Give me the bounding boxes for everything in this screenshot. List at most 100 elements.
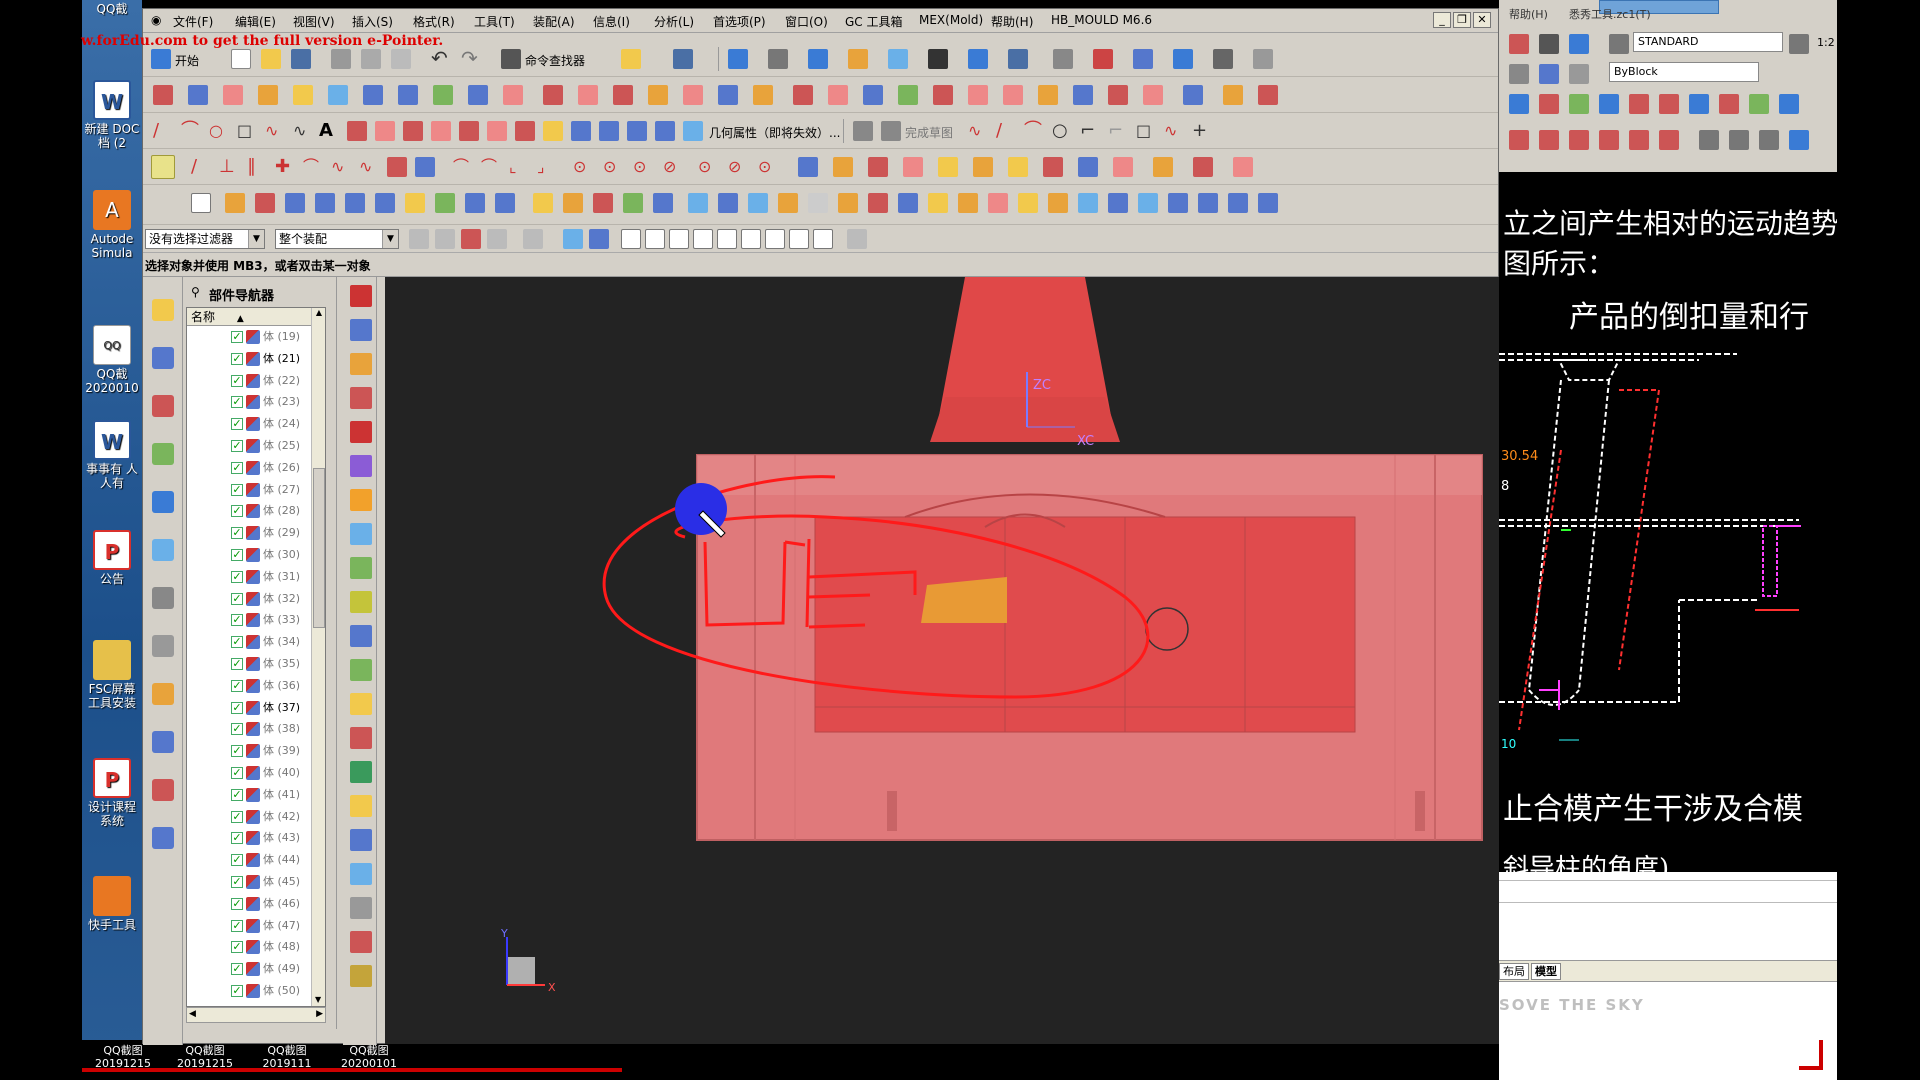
mold-insert-icon[interactable] (255, 193, 275, 213)
cad-text-style-icon[interactable] (1609, 34, 1629, 54)
vtool-icon[interactable] (350, 489, 372, 511)
snap-tangent-icon[interactable] (813, 229, 833, 249)
navigator-row[interactable]: ✓ 体 (40) (187, 762, 311, 784)
cad-tool-row4-icon[interactable] (1599, 130, 1619, 150)
filter-tool-icon[interactable] (409, 229, 429, 249)
circle-b-icon[interactable]: ⊙ (603, 157, 623, 177)
viewport-canvas[interactable]: ZC XC Y X (385, 277, 1499, 1044)
delete-face-icon[interactable] (1073, 85, 1093, 105)
patch-icon[interactable] (968, 85, 988, 105)
divide-curve-icon[interactable] (599, 121, 619, 141)
visibility-checkbox[interactable]: ✓ (231, 418, 243, 431)
lifter-icon[interactable] (593, 193, 613, 213)
menu-help[interactable]: 帮助(H) (991, 13, 1033, 30)
slider-icon[interactable] (563, 193, 583, 213)
visibility-checkbox[interactable]: ✓ (231, 352, 243, 365)
patch-surface-icon[interactable] (435, 193, 455, 213)
visibility-checkbox[interactable]: ✓ (231, 592, 243, 605)
hole-table-icon[interactable] (868, 193, 888, 213)
workpiece-icon[interactable] (345, 193, 365, 213)
extract-icon[interactable] (1143, 85, 1163, 105)
navigator-row[interactable]: ✓ 体 (49) (187, 958, 311, 980)
offset-curve-icon[interactable] (375, 121, 395, 141)
snap-perp-icon[interactable] (717, 229, 737, 249)
circle-a-icon[interactable]: ⊙ (573, 157, 593, 177)
visibility-checkbox[interactable]: ✓ (231, 963, 243, 976)
select-rect-icon[interactable] (523, 229, 543, 249)
desktop-icon-notice[interactable]: P 公告 (82, 530, 142, 586)
scale-body-icon[interactable] (718, 85, 738, 105)
minimize-button[interactable]: _ (1433, 12, 1451, 28)
cad-tool-row4-icon[interactable] (1629, 130, 1649, 150)
navigator-row[interactable]: ✓ 体 (30) (187, 544, 311, 566)
intersect-icon[interactable] (503, 85, 523, 105)
desktop-icon-course[interactable]: P 设计课程 系统 (82, 758, 142, 828)
tab-model[interactable]: 模型 (1531, 963, 1561, 980)
spline-icon[interactable]: ∿ (293, 121, 313, 141)
rectangle-icon[interactable]: □ (237, 121, 257, 141)
pin-icon[interactable]: ⚲ (191, 285, 200, 299)
sketch-circle-icon[interactable]: ○ (1052, 121, 1072, 141)
mold-tool-w-icon[interactable] (1198, 193, 1218, 213)
navigator-row[interactable]: ✓ 体 (33) (187, 609, 311, 631)
cad-tool-row4-icon[interactable] (1509, 130, 1529, 150)
sketch-constraint-icon[interactable] (151, 155, 175, 179)
extrude-icon[interactable] (223, 85, 243, 105)
subtract-icon[interactable] (468, 85, 488, 105)
scroll-up-icon[interactable]: ▲ (312, 308, 325, 317)
orient-view-icon[interactable] (888, 49, 908, 69)
mold-tool-n-icon[interactable] (928, 193, 948, 213)
point-constraint-icon[interactable] (387, 157, 407, 177)
mold-tool-j-icon[interactable] (1113, 157, 1133, 177)
mold-tool-e-icon[interactable] (938, 157, 958, 177)
vtool-icon[interactable] (350, 863, 372, 885)
shell-icon[interactable] (613, 85, 633, 105)
corner-two-icon[interactable]: ⌟ (537, 157, 557, 177)
restore-button[interactable]: ❐ (1453, 12, 1471, 28)
vtool-icon[interactable] (350, 693, 372, 715)
reuse-library-icon[interactable] (152, 443, 174, 465)
mold-tool-g-icon[interactable] (1008, 157, 1028, 177)
mold-tool-o-icon[interactable] (958, 193, 978, 213)
cad-tool-row3-icon[interactable] (1569, 94, 1589, 114)
render-style-icon[interactable] (768, 49, 788, 69)
pocket-mold-icon[interactable] (778, 193, 798, 213)
constraint-line-icon[interactable]: / (191, 157, 211, 177)
navigator-hscrollbar[interactable]: ◀ ▶ (186, 1007, 326, 1023)
tangent-icon[interactable]: ⌒ (303, 157, 323, 177)
undo-icon[interactable]: ↶ (431, 48, 451, 69)
visibility-checkbox[interactable]: ✓ (231, 505, 243, 518)
navigator-row[interactable]: ✓ 体 (29) (187, 522, 311, 544)
navigator-row[interactable]: ✓ 体 (38) (187, 718, 311, 740)
drawing-icon[interactable] (838, 193, 858, 213)
visibility-checkbox[interactable]: ✓ (231, 636, 243, 649)
menu-assembly[interactable]: 装配(A) (533, 13, 575, 30)
cad-tool-row4-icon[interactable] (1699, 130, 1719, 150)
paste-icon[interactable] (391, 49, 411, 69)
navigator-row[interactable]: ✓ 体 (31) (187, 566, 311, 588)
curve-through-icon[interactable]: ∿ (331, 157, 351, 177)
navigator-row[interactable]: ✓ 体 (50) (187, 980, 311, 1002)
visibility-checkbox[interactable]: ✓ (231, 766, 243, 779)
grid-constraint-icon[interactable] (415, 157, 435, 177)
visibility-checkbox[interactable]: ✓ (231, 461, 243, 474)
vtool-icon[interactable] (350, 897, 372, 919)
desktop-icon-kuaishou[interactable]: 快手工具 (82, 876, 142, 932)
start-icon[interactable] (151, 49, 171, 69)
navigator-row[interactable]: ✓ 体 (48) (187, 936, 311, 958)
cad-tool-row3-icon[interactable] (1509, 94, 1529, 114)
cad-tool-row3-icon[interactable] (1539, 94, 1559, 114)
visibility-checkbox[interactable]: ✓ (231, 614, 243, 627)
navigator-row[interactable]: ✓ 体 (44) (187, 849, 311, 871)
vtool-icon[interactable] (350, 727, 372, 749)
filter-tool-icon[interactable] (487, 229, 507, 249)
ruler-icon[interactable] (1253, 49, 1273, 69)
visibility-checkbox[interactable]: ✓ (231, 919, 243, 932)
scroll-left-icon[interactable]: ◀ (189, 1009, 196, 1019)
light-icon[interactable] (848, 49, 868, 69)
cad-tool-icon[interactable] (1539, 34, 1559, 54)
circle-c-icon[interactable]: ⊙ (633, 157, 653, 177)
mold-tool-q-icon[interactable] (1018, 193, 1038, 213)
mold-base-icon[interactable] (465, 193, 485, 213)
block-icon[interactable] (225, 193, 245, 213)
